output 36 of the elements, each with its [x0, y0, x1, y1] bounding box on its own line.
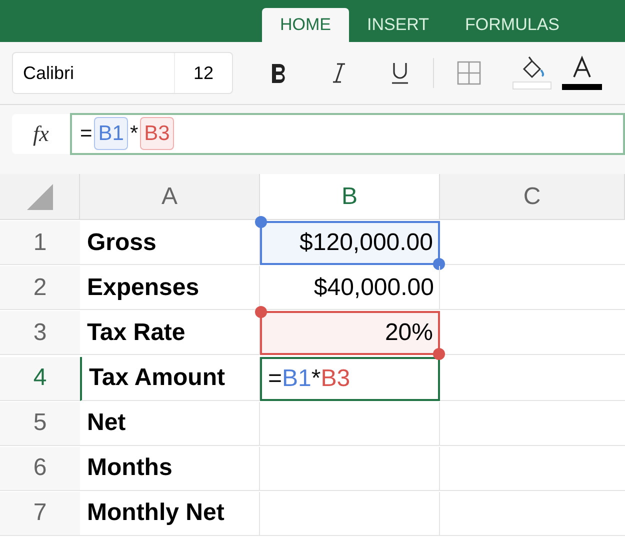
row-header[interactable]: 4 [0, 356, 80, 400]
row-header[interactable]: 7 [0, 492, 80, 536]
table-cell: Net [80, 402, 260, 446]
row-header[interactable]: 3 [0, 311, 80, 356]
selection-handle[interactable] [255, 306, 267, 318]
table-cell: Monthly Net [80, 492, 260, 536]
cell-reference: B1 [94, 116, 128, 150]
formula-operator: = [80, 120, 92, 147]
borders-icon[interactable] [456, 60, 482, 86]
ribbon-tab[interactable]: HOME [262, 8, 349, 42]
formula-operator: = [268, 364, 282, 394]
font-size-field[interactable]: 12 [174, 53, 232, 93]
cell-reference: B3 [140, 116, 174, 150]
ribbon-tab[interactable]: INSERT [349, 8, 448, 42]
cell-reference: B3 [320, 364, 350, 394]
formula-operator: * [130, 120, 138, 147]
font-color-icon[interactable] [562, 55, 602, 91]
font-name-field[interactable]: Calibri [13, 53, 174, 93]
row-header[interactable]: 2 [0, 266, 80, 310]
selection-handle[interactable] [433, 348, 445, 360]
row-header[interactable]: 1 [0, 221, 80, 266]
formula-field[interactable]: = B1 * B3 [70, 112, 625, 154]
column-header[interactable]: A [80, 174, 260, 220]
selection-handle[interactable] [255, 216, 267, 228]
table-cell: Months [80, 446, 260, 491]
editing-cell[interactable]: =B1*B3 [260, 356, 440, 400]
table-cell: Expenses [80, 266, 260, 310]
row-header[interactable]: 5 [0, 402, 80, 446]
function-button[interactable]: fx [12, 114, 70, 154]
cell-reference: B1 [282, 364, 312, 394]
row-header[interactable]: 6 [0, 446, 80, 491]
selection-handle[interactable] [433, 258, 445, 270]
formula-operator: * [311, 364, 321, 394]
ribbon-tab[interactable]: FORMULAS [447, 8, 578, 42]
column-header[interactable]: C [440, 174, 625, 220]
fill-color-icon[interactable] [512, 55, 552, 91]
